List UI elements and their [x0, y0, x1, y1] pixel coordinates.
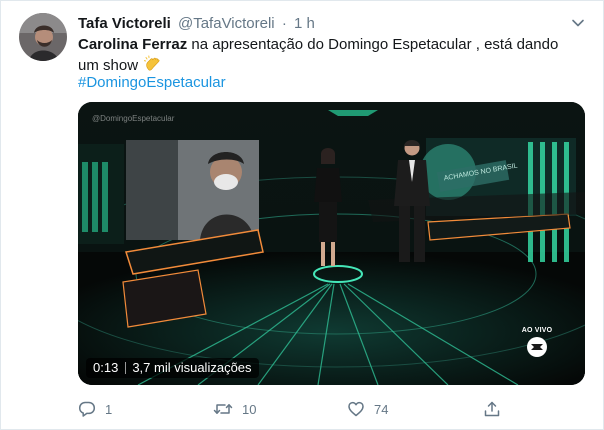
like-button[interactable]: 74: [347, 399, 388, 419]
reply-count: 1: [105, 401, 113, 417]
tweet-card[interactable]: Tafa Victoreli @TafaVictoreli · 1 h Caro…: [0, 0, 604, 430]
mentioned-name: Carolina Ferraz: [78, 36, 188, 53]
video-watermark: @DomingoEspetacular: [92, 114, 175, 123]
studio-scene: ACHAMOS NO BRASIL: [78, 102, 585, 385]
retweet-button[interactable]: 10: [213, 399, 256, 419]
hashtag-link[interactable]: #DomingoEspetacular: [78, 73, 226, 93]
heart-icon: [347, 400, 365, 418]
reply-icon: [78, 400, 96, 418]
separator-dot: ·: [281, 15, 287, 32]
broadcaster-logo-icon: [526, 336, 548, 358]
live-label: AO VIVO: [521, 327, 553, 334]
live-badge: AO VIVO: [517, 327, 557, 358]
reply-button[interactable]: 1: [78, 399, 112, 419]
chevron-down-icon[interactable]: [570, 15, 586, 31]
share-button[interactable]: [483, 399, 501, 419]
tweet-actions: 1 10 74: [78, 399, 508, 419]
avatar[interactable]: [19, 13, 67, 61]
tweet-header: Tafa Victoreli @TafaVictoreli · 1 h: [78, 14, 315, 34]
retweet-count: 10: [242, 401, 257, 417]
like-count: 74: [374, 401, 389, 417]
stats-divider: [125, 362, 127, 374]
display-name[interactable]: Tafa Victoreli: [78, 15, 171, 32]
share-icon: [483, 400, 501, 418]
video-stats: 0:13 3,7 mil visualizações: [86, 358, 259, 378]
view-count: 3,7 mil visualizações: [132, 360, 252, 375]
user-handle[interactable]: @TafaVictoreli: [178, 15, 275, 32]
retweet-icon: [213, 400, 233, 418]
timestamp[interactable]: 1 h: [294, 15, 315, 32]
video-player[interactable]: ACHAMOS NO BRASIL @DomingoEspetacular AO…: [78, 102, 585, 385]
video-elapsed-time: 0:13: [93, 360, 119, 375]
